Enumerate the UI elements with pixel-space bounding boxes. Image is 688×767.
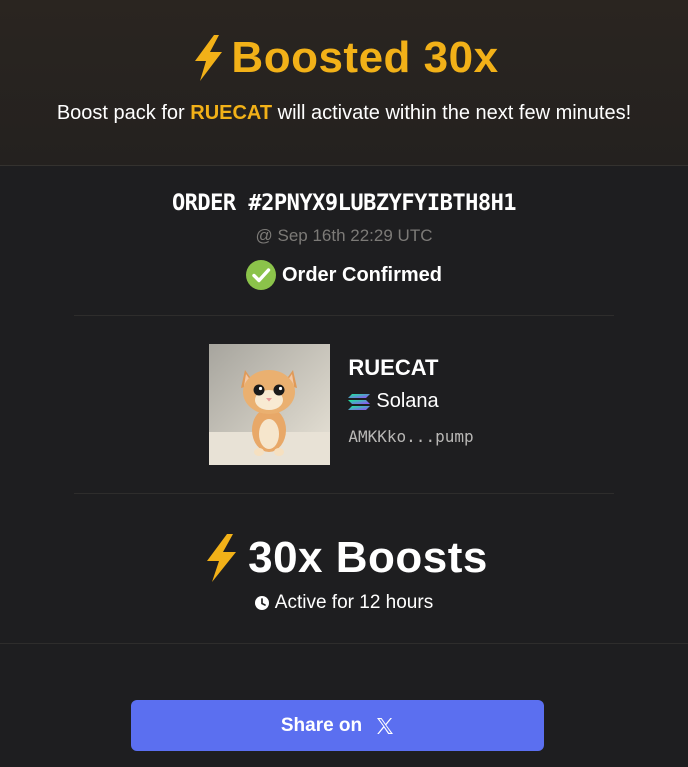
chain-row: Solana <box>348 390 473 413</box>
token-name: RUECAT <box>348 355 439 380</box>
lightning-bolt-icon <box>195 35 223 81</box>
kitten-photo <box>209 344 331 465</box>
order-status: Order Confirmed <box>0 260 688 290</box>
check-circle-icon <box>245 260 276 290</box>
active-duration: Active for 12 hours <box>0 592 688 614</box>
clock-icon <box>254 596 269 610</box>
subtitle-token: RUECAT <box>190 102 273 124</box>
token-address: AMKKko...pump <box>348 427 474 446</box>
share-label: Share on <box>280 714 363 736</box>
lightning-bolt-icon <box>207 534 237 582</box>
divider <box>0 643 688 644</box>
chain-name: Solana <box>376 390 439 412</box>
title-row: Boosted 30x <box>0 0 688 86</box>
boost-section: 30x Boosts Active for 12 hours <box>0 494 688 643</box>
token-card: RUECAT Solana AMKKko...pump <box>0 316 688 493</box>
activation-message: Boost pack for RUECAT will activate with… <box>0 102 688 125</box>
order-id: ORDER #2PNYX9LUBZYFYIBTH8H1 <box>171 191 517 216</box>
solana-icon <box>348 393 371 410</box>
subtitle-post: will activate within the next few minute… <box>272 102 632 124</box>
share-on-x-button[interactable]: Share on <box>131 700 544 751</box>
boost-row: 30x Boosts <box>0 530 688 586</box>
order-section: ORDER #2PNYX9LUBZYFYIBTH8H1 @ Sep 16th 2… <box>0 166 688 290</box>
subtitle-pre: Boost pack for <box>56 102 191 124</box>
header: Boosted 30x Boost pack for RUECAT will a… <box>0 0 688 166</box>
active-text: Active for 12 hours <box>274 592 434 613</box>
token-info: RUECAT Solana AMKKko...pump <box>348 344 474 446</box>
status-text: Order Confirmed <box>281 263 443 286</box>
token-inner: RUECAT Solana AMKKko...pump <box>209 344 474 465</box>
boost-label: 30x Boosts <box>248 533 488 582</box>
x-logo-icon <box>377 717 394 734</box>
boost-confirmation-page: Boosted 30x Boost pack for RUECAT will a… <box>0 0 688 767</box>
page-title: Boosted 30x <box>231 33 499 82</box>
order-date: @ Sep 16th 22:29 UTC <box>255 226 433 245</box>
